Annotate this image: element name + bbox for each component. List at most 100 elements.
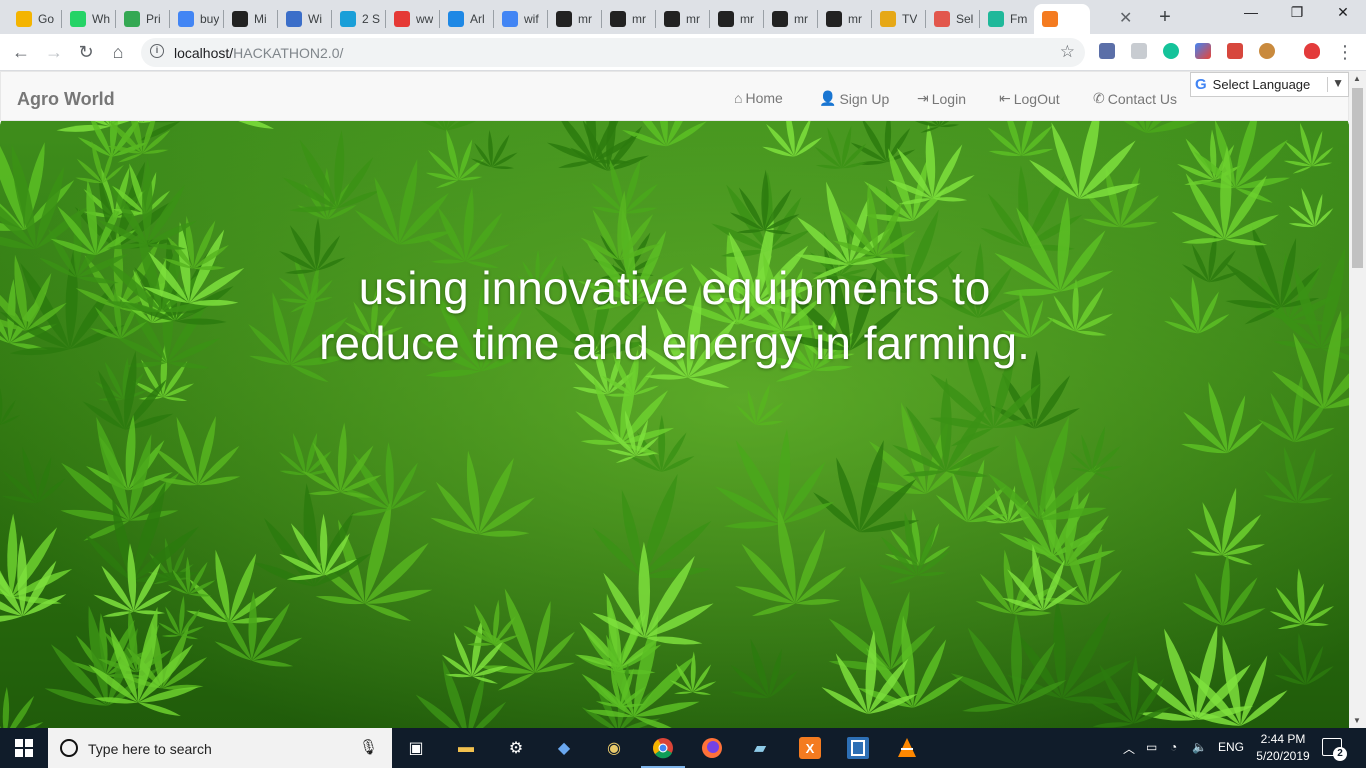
minimize-button[interactable]: —	[1228, 4, 1274, 20]
pdf-extension-icon[interactable]	[1227, 43, 1243, 59]
firefox-icon[interactable]	[700, 736, 724, 760]
phone-icon: ✆	[1093, 90, 1105, 106]
nav-link-phone[interactable]: ✆ Contact Us	[1093, 90, 1177, 107]
tab-title: mr	[686, 12, 700, 26]
clock-date: 5/20/2019	[1256, 749, 1310, 763]
crop-field-image	[0, 113, 1349, 728]
tab-title: Arl	[470, 12, 485, 26]
cookie-icon[interactable]	[1259, 43, 1275, 59]
browser-tab[interactable]: Pri	[116, 4, 170, 34]
scroll-up-icon[interactable]: ▲	[1353, 74, 1361, 83]
browser-tab[interactable]: Fm	[980, 4, 1034, 34]
home-browser-button[interactable]: ⌂	[106, 41, 130, 65]
browser-tab[interactable]: mr	[818, 4, 872, 34]
google-icon: G	[1195, 76, 1207, 93]
nav-link-user[interactable]: 👤 Sign Up	[819, 90, 889, 107]
address-bar[interactable]: i localhost/HACKATHON2.0/ ☆	[141, 38, 1085, 67]
close-window-button[interactable]: ✕	[1320, 4, 1366, 21]
browser-tab[interactable]: mr	[764, 4, 818, 34]
tab-close-icon[interactable]: ✕	[1119, 8, 1132, 28]
language-indicator[interactable]: ENG	[1218, 740, 1244, 754]
logout-icon: ⇤	[999, 90, 1011, 106]
language-select-label: Select Language	[1212, 77, 1311, 92]
cortana-icon	[60, 739, 78, 757]
github-icon	[664, 11, 680, 27]
browser-tab[interactable]: Arl	[440, 4, 494, 34]
svg-text:X: X	[806, 741, 815, 756]
wifi-icon[interactable]: ◔	[1170, 740, 1177, 754]
language-select[interactable]: G Select Language ▼	[1190, 72, 1349, 97]
browser-tab[interactable]: mr	[656, 4, 710, 34]
extension-copy-icon[interactable]	[1131, 43, 1147, 59]
show-hidden-icons-chevron-icon[interactable]: ︿	[1123, 740, 1135, 757]
xampp-icon[interactable]: X	[798, 736, 822, 760]
back-button[interactable]: ←	[9, 41, 33, 65]
github-icon	[556, 11, 572, 27]
new-tab-button[interactable]: +	[1152, 5, 1178, 31]
browser-tab[interactable]: TV	[872, 4, 926, 34]
notes-app-icon[interactable]: ▰	[748, 736, 772, 760]
file-explorer-icon[interactable]: ▬	[454, 736, 478, 760]
hero-line-2: reduce time and energy in farming.	[319, 317, 1030, 369]
brave-icon	[934, 11, 950, 27]
tab-title: Go	[38, 12, 55, 26]
tab-title: ww	[416, 12, 434, 26]
battery-icon[interactable]: ▭	[1146, 740, 1157, 754]
menu-dots-icon[interactable]: ⋮	[1333, 41, 1357, 65]
microphone-icon[interactable]: 🎙	[359, 738, 378, 756]
tab-title: 2 S	[362, 12, 381, 26]
tab-strip: Go Wh Pri buy Mi Wi 2 S ww Arl wif mr mr mr mr mr mr TV S…	[0, 0, 1366, 34]
forward-button[interactable]: →	[42, 41, 66, 65]
browser-tab[interactable]: Wi	[278, 4, 332, 34]
browser-tab[interactable]: mr	[602, 4, 656, 34]
start-button[interactable]	[0, 728, 48, 768]
reload-button[interactable]: ↻	[74, 41, 98, 65]
windows-logo-icon	[15, 739, 33, 757]
home-icon: ⌂	[734, 90, 743, 106]
site-brand[interactable]: Agro World	[17, 89, 115, 110]
browser-tab[interactable]: Go	[8, 4, 62, 34]
url-text[interactable]: localhost/HACKATHON2.0/	[174, 45, 343, 61]
bookmark-star-icon[interactable]: ☆	[1060, 42, 1075, 62]
tab-title: Wi	[308, 12, 322, 26]
nav-link-label: Contact Us	[1107, 90, 1177, 107]
action-center-icon[interactable]: 2	[1322, 738, 1347, 761]
nav-link-login[interactable]: ⇥ Login	[917, 90, 966, 107]
play-icon	[124, 11, 140, 27]
nav-link-home[interactable]: ⌂ Home	[734, 90, 783, 106]
browser-tab[interactable]: wif	[494, 4, 548, 34]
maximize-button[interactable]: ❐	[1274, 4, 1320, 21]
profile-avatar-icon[interactable]	[1304, 43, 1320, 59]
nav-link-logout[interactable]: ⇤ LogOut	[999, 90, 1060, 107]
tv-icon	[880, 11, 896, 27]
browser-tab[interactable]: Wh	[62, 4, 116, 34]
browser-tab[interactable]: Mi	[224, 4, 278, 34]
scroll-down-icon[interactable]: ▼	[1353, 716, 1361, 725]
browser-tab[interactable]	[1034, 4, 1090, 34]
clock-time: 2:44 PM	[1260, 732, 1306, 746]
brackets-app-icon[interactable]	[846, 736, 870, 760]
info-icon[interactable]: i	[150, 44, 164, 58]
app-installer-icon[interactable]: ◆	[552, 736, 576, 760]
settings-gear-icon[interactable]: ⚙	[504, 736, 528, 760]
page-scrollbar[interactable]: ▲ ▼	[1349, 71, 1366, 728]
system-clock[interactable]: 2:44 PM 5/20/2019	[1248, 731, 1318, 765]
tab-title: Sel	[956, 12, 974, 26]
vlc-icon[interactable]	[895, 736, 919, 760]
browser-tab[interactable]: 2 S	[332, 4, 386, 34]
browser-tab[interactable]: mr	[710, 4, 764, 34]
extension-puzzle-icon[interactable]	[1099, 43, 1115, 59]
taskbar-search[interactable]: Type here to search 🎙	[48, 728, 392, 768]
chrome-icon[interactable]	[641, 736, 685, 768]
scroll-thumb[interactable]	[1352, 88, 1363, 268]
grammarly-icon[interactable]	[1163, 43, 1179, 59]
browser-tab[interactable]: Sel	[926, 4, 980, 34]
site-navbar: Agro World ⌂ Home 👤 Sign Up ⇥ Login ⇤ LogOut ✆ Co…	[0, 71, 1349, 121]
extension-color-icon[interactable]	[1195, 43, 1211, 59]
browser-tab[interactable]: mr	[548, 4, 602, 34]
volume-icon[interactable]: 🔈	[1192, 740, 1207, 754]
media-disc-icon[interactable]: ◉	[602, 736, 626, 760]
task-view-icon[interactable]: ▣	[404, 736, 428, 760]
browser-tab[interactable]: ww	[386, 4, 440, 34]
browser-tab[interactable]: buy	[170, 4, 224, 34]
